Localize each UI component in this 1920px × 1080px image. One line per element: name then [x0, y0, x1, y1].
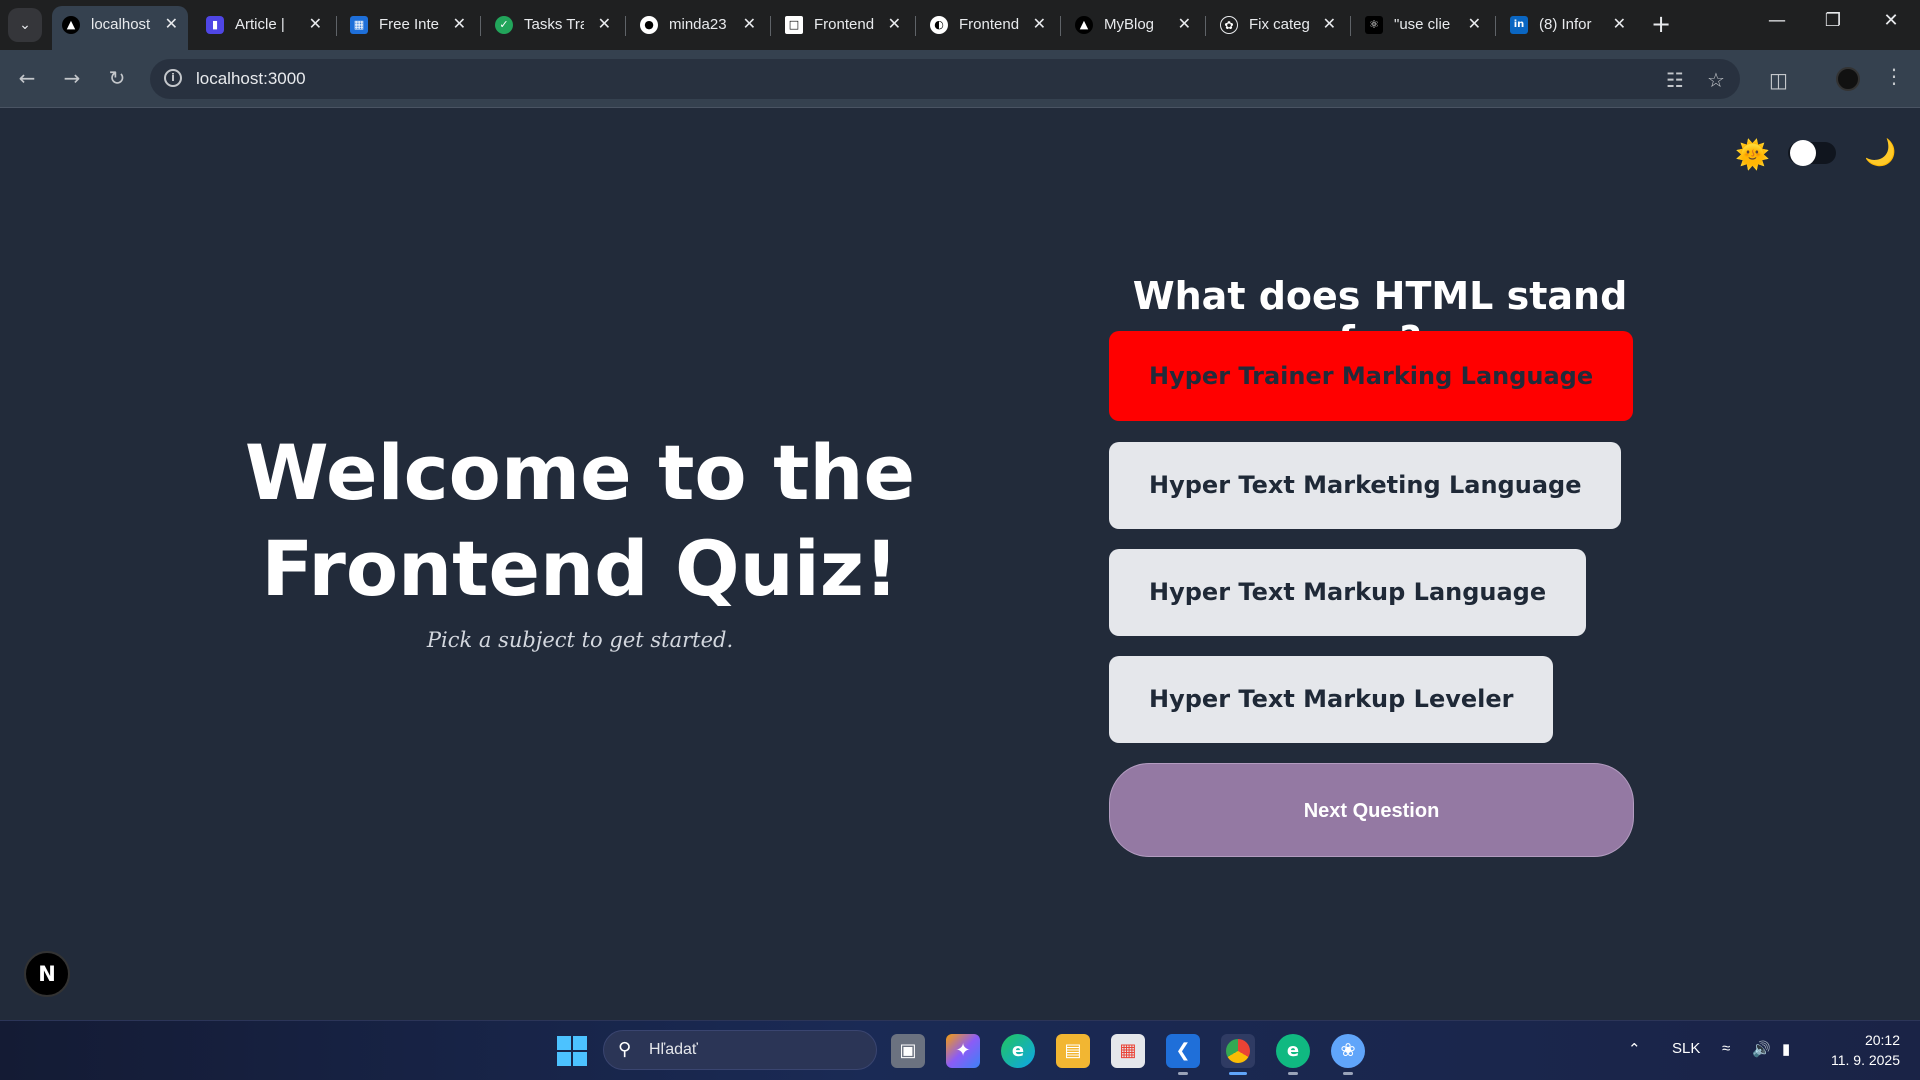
close-tab-icon[interactable]: ✕ [165, 14, 178, 33]
moon-icon: 🌙 [1864, 138, 1897, 168]
github-icon: ● [640, 16, 658, 34]
close-tab-icon[interactable]: ✕ [453, 14, 466, 33]
tab-separator [915, 16, 916, 36]
theme-toggle[interactable] [1788, 140, 1836, 166]
next-question-button[interactable]: Next Question [1109, 763, 1634, 857]
browser-tab[interactable]: ⚛ "use clie ✕ [1355, 6, 1491, 44]
linkedin-icon: in [1510, 16, 1528, 34]
browser-tab[interactable]: ▦ Free Inte ✕ [340, 6, 476, 44]
sun-icon: 🌞 [1735, 138, 1770, 171]
close-tab-icon[interactable]: ✕ [598, 14, 611, 33]
active-indicator [1229, 1072, 1247, 1075]
openai-icon: ✿ [1220, 16, 1238, 34]
welcome-title: Welcome to the Frontend Quiz! [244, 428, 916, 613]
browser-tab[interactable]: ◐ Frontend ✕ [920, 6, 1056, 44]
browser-tab[interactable]: in (8) Infor ✕ [1500, 6, 1636, 44]
reload-icon[interactable]: ↻ [102, 66, 132, 90]
close-window-icon[interactable]: ✕ [1876, 10, 1906, 31]
chrome-icon[interactable] [1221, 1034, 1255, 1068]
running-indicator [1288, 1072, 1298, 1075]
wifi-icon[interactable]: ≈ [1722, 1040, 1730, 1057]
nextjs-icon: ▲ [62, 16, 80, 34]
close-tab-icon[interactable]: ✕ [309, 14, 322, 33]
restore-icon[interactable]: ❐ [1818, 10, 1848, 31]
tab-separator [1205, 16, 1206, 36]
article-icon: ▮ [206, 16, 224, 34]
clock-time: 20:12 [1864, 1032, 1900, 1048]
tasks-check-icon: ✓ [495, 16, 513, 34]
tray-chevron-icon[interactable]: ⌃ [1628, 1040, 1641, 1058]
close-tab-icon[interactable]: ✕ [743, 14, 756, 33]
browser-tab[interactable]: ▲ MyBlog ✕ [1065, 6, 1201, 44]
browser-tab[interactable]: ● minda23 ✕ [630, 6, 766, 44]
forward-icon[interactable]: → [57, 66, 87, 90]
vercel-icon: ▲ [1075, 16, 1093, 34]
task-view-icon[interactable]: ▣ [891, 1034, 925, 1068]
tab-separator [1350, 16, 1351, 36]
volume-icon[interactable]: 🔊 [1752, 1040, 1771, 1058]
close-tab-icon[interactable]: ✕ [888, 14, 901, 33]
tab-separator [1060, 16, 1061, 36]
browser-tab[interactable]: □ Frontend ✕ [775, 6, 911, 44]
language-indicator[interactable]: SLK [1672, 1040, 1700, 1057]
e-app-icon[interactable]: e [1276, 1034, 1310, 1068]
search-icon: ⚲ [618, 1039, 632, 1060]
site-info-icon[interactable]: i [164, 69, 182, 87]
frontend-circle-icon: ◐ [930, 16, 948, 34]
browser-tab[interactable]: ▲ localhost ✕ [52, 6, 188, 50]
minimize-icon[interactable]: — [1762, 10, 1792, 31]
toggle-knob [1790, 140, 1816, 166]
tab-separator [1495, 16, 1496, 36]
answer-option[interactable]: Hyper Text Markup Language [1109, 549, 1587, 636]
clock-date: 11. 9. 2025 [1830, 1052, 1900, 1068]
copilot-icon[interactable]: ✦ [946, 1034, 980, 1068]
new-tab-icon[interactable]: + [1651, 10, 1671, 38]
microsoft-store-icon[interactable]: ▦ [1111, 1034, 1145, 1068]
start-windows-icon[interactable] [557, 1036, 587, 1066]
system-clock[interactable]: 20:12 11. 9. 2025 [1820, 1030, 1900, 1070]
url-text[interactable]: localhost:3000 [196, 69, 306, 89]
close-tab-icon[interactable]: ✕ [1323, 14, 1336, 33]
address-bar[interactable]: i localhost:3000 [150, 59, 1740, 99]
menu-kebab-icon[interactable]: ⋮ [1884, 64, 1904, 88]
react-icon: ⚛ [1365, 16, 1383, 34]
subtitle: Pick a subject to get started. [426, 628, 734, 652]
tab-separator [770, 16, 771, 36]
browser-tab[interactable]: ✿ Fix categ ✕ [1210, 6, 1346, 44]
tab-separator [336, 16, 337, 36]
close-tab-icon[interactable]: ✕ [1178, 14, 1191, 33]
extensions-icon[interactable]: ◫ [1769, 68, 1788, 92]
close-tab-icon[interactable]: ✕ [1468, 14, 1481, 33]
running-indicator [1343, 1072, 1353, 1075]
interview-icon: ▦ [350, 16, 368, 34]
profile-avatar[interactable] [1836, 67, 1860, 91]
frontend-icon: □ [785, 16, 803, 34]
answer-option[interactable]: Hyper Text Markup Leveler [1109, 656, 1554, 743]
battery-icon[interactable]: ▮ [1782, 1040, 1790, 1058]
answer-option-wrong[interactable]: Hyper Trainer Marking Language [1109, 331, 1634, 421]
tab-search-chevron-icon[interactable]: ⌄ [8, 8, 42, 42]
tab-separator [625, 16, 626, 36]
answer-option[interactable]: Hyper Text Marketing Language [1109, 442, 1622, 529]
back-icon[interactable]: ← [12, 66, 42, 90]
running-indicator [1178, 1072, 1188, 1075]
edge-icon[interactable]: e [1001, 1034, 1035, 1068]
file-explorer-icon[interactable]: ▤ [1056, 1034, 1090, 1068]
close-tab-icon[interactable]: ✕ [1613, 14, 1626, 33]
nextjs-dev-badge[interactable]: N [24, 951, 70, 997]
close-tab-icon[interactable]: ✕ [1033, 14, 1046, 33]
browser-tab[interactable]: ✓ Tasks Tra ✕ [485, 6, 621, 44]
vscode-icon[interactable]: ❮ [1166, 1034, 1200, 1068]
browser-tab[interactable]: ▮ Article | ✕ [196, 6, 332, 44]
bookmark-star-icon[interactable]: ☆ [1707, 68, 1725, 92]
translate-icon[interactable]: ☷ [1666, 68, 1684, 92]
taskbar-search[interactable]: ⚲ Hľadať [603, 1030, 877, 1070]
paint-icon[interactable]: ❀ [1331, 1034, 1365, 1068]
tab-separator [480, 16, 481, 36]
